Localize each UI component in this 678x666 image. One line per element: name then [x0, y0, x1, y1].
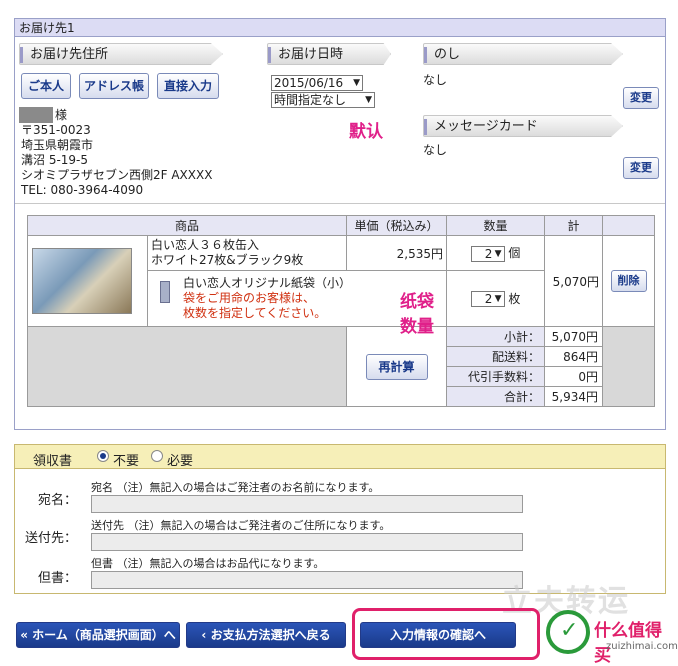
- cod-fee-label: 代引手数料：: [446, 366, 545, 387]
- address-building: シオミプラザセブン西側2F AXXXX: [21, 168, 213, 182]
- message-card-value: なし: [423, 143, 448, 157]
- table-row: 白い恋人３６枚缶入 ホワイト27枚&ブラック9枚 2,535円 2 ▼ 個 5,…: [27, 235, 655, 327]
- watermark-site-url: zuizhimai.com: [606, 641, 678, 652]
- product-qty-cell: 2 ▼ 個: [446, 235, 545, 271]
- confirm-button-label: 入力情報の確認へ: [389, 628, 486, 642]
- dropdown-arrow-icon: ▼: [365, 95, 372, 105]
- message-card-section-title: メッセージカード: [423, 115, 623, 137]
- send-address-label: 送付先：: [24, 531, 77, 546]
- receipt-panel: 領収書 不要 必要 宛名： 宛名 （注）無記入の場合はご発注者のお名前になります…: [14, 444, 666, 594]
- addressee-label: 宛名：: [37, 493, 77, 508]
- proviso-label: 但書：: [37, 571, 77, 586]
- noshi-change-button[interactable]: 変更: [623, 87, 659, 109]
- receipt-title: 領収書: [33, 454, 73, 469]
- self-address-button[interactable]: ご本人: [21, 73, 71, 99]
- noshi-section-title: のし: [423, 43, 623, 65]
- receipt-yes-label: 必要: [167, 454, 194, 469]
- summary-gray-area: [27, 326, 347, 407]
- recalculate-button[interactable]: 再計算: [365, 353, 428, 380]
- checkmark-badge-icon: ✓: [546, 610, 590, 654]
- shipping-value: 864円: [544, 346, 603, 367]
- double-chevron-left-icon: «: [20, 628, 28, 642]
- confirm-input-button[interactable]: 入力情報の確認へ: [360, 622, 516, 648]
- bag-qty-unit: 枚: [508, 291, 521, 306]
- dropdown-arrow-icon: ▼: [494, 294, 502, 305]
- proviso-input[interactable]: [91, 571, 523, 589]
- header-quantity: 数量: [446, 215, 545, 236]
- product-image: [32, 248, 132, 314]
- product-price: 2,535円: [346, 235, 447, 271]
- delivery-time-value: 時間指定なし: [274, 93, 347, 107]
- addressee-input[interactable]: [91, 495, 523, 513]
- recalc-cell: 再計算: [346, 326, 447, 407]
- subtotal-label: 小計：: [446, 326, 545, 347]
- receipt-no-radio[interactable]: [97, 450, 109, 462]
- delivery-date-value: 2015/06/16: [274, 76, 344, 90]
- receipt-yes-radio[interactable]: [151, 450, 163, 462]
- grand-total-value: 5,934円: [544, 386, 603, 407]
- radio-selected-icon: [100, 453, 106, 459]
- receipt-header: 領収書 不要 必要: [15, 445, 665, 469]
- product-table: 商品 単価（税込み） 数量 計 白い恋人３６枚缶入 ホワイト27枚&ブラック9枚…: [27, 215, 655, 407]
- table-row: 再計算 小計： 5,070円: [27, 326, 655, 407]
- postal-code: 〒351-0023: [21, 123, 91, 137]
- delivery-header: お届け先1: [15, 19, 665, 37]
- header-unit-price: 単価（税込み）: [346, 215, 447, 236]
- header-total: 計: [544, 215, 603, 236]
- address-street: 溝沼 5-19-5: [21, 153, 89, 167]
- send-address-input[interactable]: [91, 533, 523, 551]
- dropdown-arrow-icon: ▼: [494, 248, 502, 259]
- date-section-title: お届け日時: [267, 43, 391, 65]
- redacted-name: [19, 107, 53, 123]
- address-section-title: お届け先住所: [19, 43, 223, 65]
- address-prefecture-city: 埼玉県朝霞市: [21, 138, 94, 152]
- delivery-date-select[interactable]: 2015/06/16 ▼: [271, 75, 363, 91]
- dropdown-arrow-icon: ▼: [353, 78, 360, 88]
- back-to-payment-button[interactable]: ‹ お支払方法選択へ戻る: [186, 622, 346, 648]
- message-card-change-button[interactable]: 変更: [623, 157, 659, 179]
- annotation-bag-qty: 纸袋数量: [400, 292, 434, 337]
- cod-fee-value: 0円: [544, 366, 603, 387]
- product-qty-value: 2: [484, 246, 493, 261]
- direct-input-button[interactable]: 直接入力: [157, 73, 219, 99]
- product-name-line1: 白い恋人３６枚缶入: [151, 238, 260, 252]
- delivery-panel: お届け先1 お届け先住所 ご本人 アドレス帳 直接入力 様 〒351-0023 …: [14, 18, 666, 430]
- chevron-left-icon: ‹: [201, 628, 207, 642]
- bag-cell: 白い恋人オリジナル紙袋（小） 袋をご用命のお客様は、 枚数を指定してください。 …: [147, 270, 447, 337]
- summary-gray-right: [602, 326, 655, 407]
- receipt-no-label: 不要: [113, 454, 140, 469]
- product-image-cell: [27, 235, 148, 327]
- phone-number: TEL: 080-3964-4090: [21, 183, 144, 197]
- product-qty-select[interactable]: 2 ▼: [470, 245, 505, 262]
- bag-qty-cell: 2 ▼ 枚: [446, 270, 545, 327]
- delivery-time-select[interactable]: 時間指定なし ▼: [271, 92, 375, 108]
- back-button-label: お支払方法選択へ戻る: [210, 628, 331, 642]
- paper-bag-icon: [160, 281, 170, 303]
- grand-total-label: 合計：: [446, 386, 545, 407]
- annotation-default: 默认: [349, 122, 383, 142]
- proviso-note: 但書 （注）無記入の場合はお品代になります。: [91, 557, 325, 570]
- delete-button[interactable]: 削除: [610, 270, 647, 292]
- subtotal-value: 5,070円: [544, 326, 603, 347]
- product-name-cell: 白い恋人３６枚缶入 ホワイト27枚&ブラック9枚: [147, 235, 347, 271]
- addressee-note: 宛名 （注）無記入の場合はご発注者のお名前になります。: [91, 481, 380, 494]
- bag-qty-value: 2: [484, 292, 493, 307]
- bag-qty-select[interactable]: 2 ▼: [470, 291, 505, 308]
- home-button-label: ホーム（商品選択画面）へ: [32, 628, 176, 642]
- product-qty-unit: 個: [508, 246, 521, 261]
- header-product: 商品: [27, 215, 347, 236]
- product-name-line2: ホワイト27枚&ブラック9枚: [151, 253, 304, 267]
- header-actions: [602, 215, 655, 236]
- home-button[interactable]: « ホーム（商品選択画面）へ: [16, 622, 180, 648]
- noshi-value: なし: [423, 73, 448, 87]
- address-book-button[interactable]: アドレス帳: [79, 73, 149, 99]
- section-divider: [15, 203, 665, 204]
- name-suffix: 様: [55, 108, 68, 122]
- send-address-note: 送付先 （注）無記入の場合はご発注者のご住所になります。: [91, 519, 391, 532]
- delete-cell: 削除: [602, 235, 655, 327]
- product-line-total: 5,070円: [544, 235, 603, 327]
- shipping-label: 配送料：: [446, 346, 545, 367]
